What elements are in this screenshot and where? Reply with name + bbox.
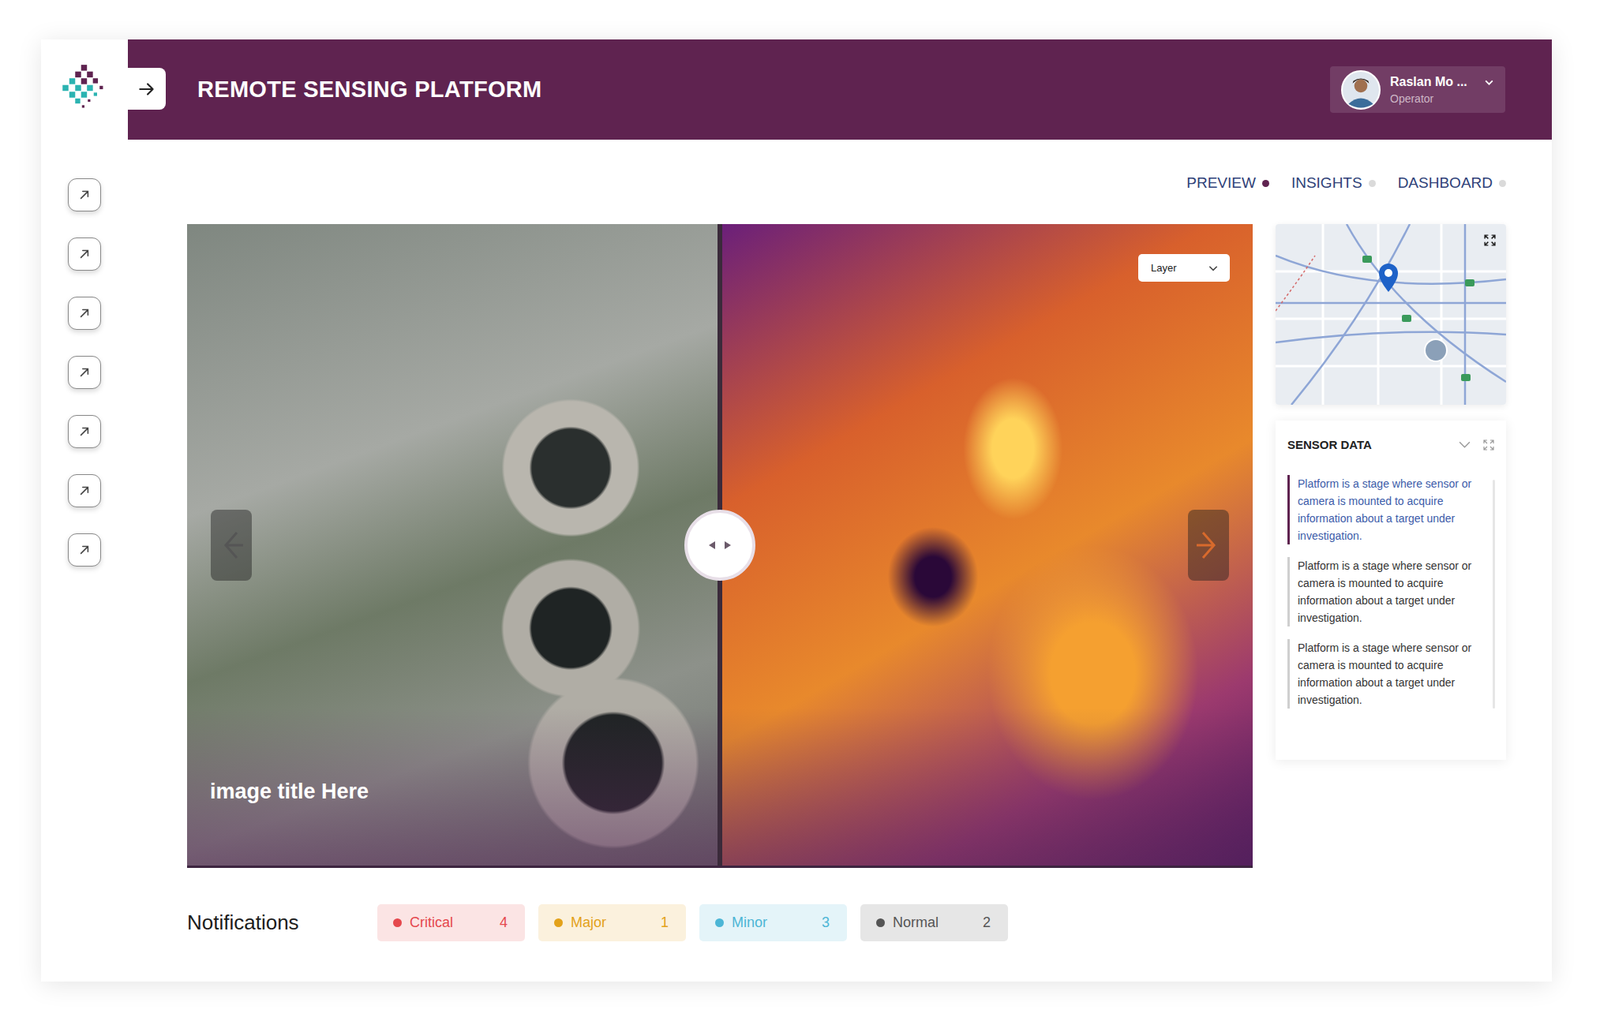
previous-image-button[interactable] (210, 509, 252, 581)
tab-dot (1368, 179, 1376, 188)
arrow-up-right-icon (75, 186, 94, 204)
logo-icon (59, 63, 110, 114)
tabs: PREVIEW INSIGHTS DASHBOARD (187, 171, 1507, 195)
sidebar-item[interactable] (67, 415, 102, 449)
arrow-up-right-icon (75, 363, 94, 382)
chip-label: Major (570, 914, 661, 932)
notifications: NotificationsCritical4Major1Minor3Normal… (187, 904, 1507, 942)
notification-chip[interactable]: Minor3 (699, 904, 847, 942)
sidebar-item[interactable] (67, 355, 102, 390)
status-dot (876, 918, 885, 928)
split-handle[interactable] (684, 509, 756, 581)
expand-icon[interactable] (1482, 438, 1496, 452)
chevron-down-icon (1483, 77, 1495, 88)
sensor-entries: Platform is a stage where sensor or came… (1287, 475, 1482, 709)
sensor-data-list: Platform is a stage where sensor or came… (1287, 475, 1496, 709)
arrow-left-icon (219, 521, 244, 570)
sidebar-item[interactable] (67, 178, 102, 212)
arrow-up-right-icon (75, 482, 94, 500)
right-panel: SENSOR DATA Platform is a stage where sen… (1275, 224, 1507, 869)
sidebar-item[interactable] (67, 533, 102, 567)
tab[interactable]: DASHBOARD (1397, 174, 1507, 192)
avatar-icon (1341, 70, 1381, 110)
chip-count: 1 (660, 914, 669, 932)
chip-label: Minor (731, 914, 822, 932)
notification-chip[interactable]: Major1 (538, 904, 686, 942)
chip-count: 4 (499, 914, 508, 932)
arrow-right-icon (136, 78, 158, 100)
sensor-entry[interactable]: Platform is a stage where sensor or came… (1287, 639, 1482, 709)
app-title: REMOTE SENSING PLATFORM (197, 76, 1331, 103)
arrow-up-right-icon (75, 423, 94, 441)
notification-chip[interactable]: Normal2 (860, 904, 1008, 942)
tab-label: DASHBOARD (1397, 174, 1493, 192)
chip-count: 2 (982, 914, 991, 932)
status-dot (393, 918, 402, 928)
arrow-up-right-icon (75, 245, 94, 263)
notification-chip[interactable]: Critical4 (377, 904, 525, 942)
workspace: Layer image title Here SENSOR DATA Platform… (187, 224, 1507, 869)
left-right-arrows-icon (704, 537, 736, 554)
sidebar-item[interactable] (67, 474, 102, 508)
tab[interactable]: PREVIEW (1186, 174, 1270, 192)
scrollbar[interactable] (1492, 479, 1496, 709)
layer-label: Layer (1150, 262, 1177, 274)
image-compare-viewer[interactable]: Layer image title Here (187, 224, 1253, 869)
chevron-icon[interactable] (1457, 438, 1472, 452)
header: REMOTE SENSING PLATFORM Raslan Mo ... Oper… (127, 39, 1552, 140)
location-map[interactable] (1275, 224, 1507, 405)
image-title: image title Here (209, 779, 369, 805)
sensor-data-title: SENSOR DATA (1287, 438, 1447, 452)
chevron-down-icon (1207, 262, 1219, 274)
arrow-up-right-icon (75, 304, 94, 323)
tab-dot (1498, 179, 1507, 188)
layer-select[interactable]: Layer (1138, 254, 1230, 282)
chip-label: Critical (409, 914, 500, 932)
tab-label: INSIGHTS (1291, 174, 1363, 192)
page: REMOTE SENSING PLATFORM Raslan Mo ... Oper… (0, 0, 1600, 1021)
tab[interactable]: INSIGHTS (1291, 174, 1376, 192)
sidebar (41, 39, 128, 982)
sidebar-item[interactable] (67, 237, 102, 271)
chip-label: Normal (892, 914, 983, 932)
status-dot (715, 918, 724, 928)
user-menu[interactable]: Raslan Mo ... Operator (1330, 66, 1506, 113)
chip-count: 3 (821, 914, 830, 932)
expand-sidebar-button[interactable] (127, 67, 166, 110)
sidebar-item[interactable] (67, 296, 102, 330)
expand-icon[interactable] (1483, 233, 1497, 248)
map-image (1275, 224, 1507, 405)
sensor-entry[interactable]: Platform is a stage where sensor or came… (1287, 475, 1482, 545)
next-image-button[interactable] (1187, 509, 1230, 581)
sidebar-menu (67, 178, 102, 567)
tab-label: PREVIEW (1186, 174, 1256, 192)
main: REMOTE SENSING PLATFORM Raslan Mo ... Oper… (127, 39, 1552, 982)
sensor-data-header: SENSOR DATA (1287, 438, 1496, 452)
notifications-title: Notifications (187, 910, 378, 936)
sensor-entry[interactable]: Platform is a stage where sensor or came… (1287, 557, 1482, 627)
user-role: Operator (1390, 92, 1475, 105)
content: PREVIEW INSIGHTS DASHBOARD Layer image title… (127, 139, 1552, 982)
user-info: Raslan Mo ... Operator (1390, 74, 1475, 105)
arrow-right-icon (1196, 521, 1221, 570)
user-name: Raslan Mo ... (1390, 74, 1475, 90)
arrow-up-right-icon (75, 541, 94, 559)
tab-dot (1262, 179, 1270, 188)
sensor-data-card: SENSOR DATA Platform is a stage where sen… (1275, 420, 1507, 761)
notification-levels: Critical4 Major1 Minor3 Normal2 (377, 904, 1008, 942)
app-window: REMOTE SENSING PLATFORM Raslan Mo ... Oper… (41, 39, 1552, 982)
status-dot (554, 918, 563, 928)
